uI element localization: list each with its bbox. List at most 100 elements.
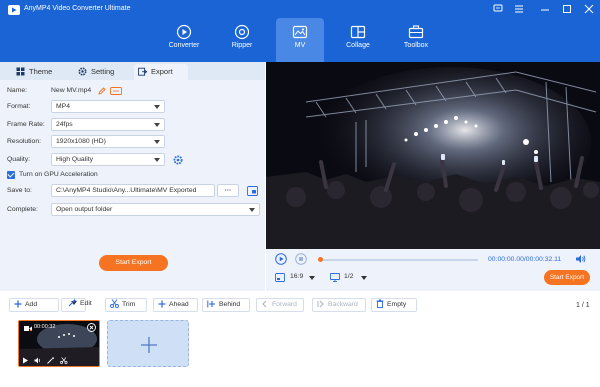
edit-button[interactable]: Edit — [64, 298, 100, 312]
browse-button-label: ··· — [224, 187, 232, 194]
nav-collage[interactable]: Collage — [334, 18, 382, 62]
scissors-icon — [110, 299, 119, 308]
complete-label: Complete: — [7, 206, 38, 213]
plus-icon — [141, 337, 157, 353]
browse-button[interactable]: ··· — [217, 184, 239, 197]
stop-icon[interactable] — [295, 253, 307, 265]
concert-preview-image — [266, 62, 600, 249]
clip-pager: 1 / 1 — [576, 302, 590, 309]
title-bar: AnyMP4 Video Converter Ultimate Converte… — [0, 0, 600, 62]
gpu-acceleration-checkbox[interactable] — [7, 171, 15, 179]
name-label: Name: — [7, 87, 28, 94]
close-icon[interactable] — [582, 3, 596, 15]
quality-settings-gear-icon[interactable] — [173, 155, 183, 165]
feedback-icon[interactable] — [491, 3, 505, 15]
volume-icon[interactable] — [575, 254, 586, 264]
clip-info-icon[interactable] — [110, 87, 122, 95]
start-export-button[interactable]: Start Export — [99, 255, 168, 271]
maximize-icon[interactable] — [560, 3, 574, 15]
aspect-ratio-value[interactable]: 16:9 — [290, 273, 303, 280]
behind-bracket-plus-icon — [207, 300, 215, 308]
behind-button[interactable]: Behind — [202, 298, 250, 312]
aspect-ratio-icon — [275, 273, 285, 282]
tab-theme[interactable]: Theme — [12, 64, 70, 80]
play-icon[interactable] — [275, 253, 287, 265]
remove-clip-icon[interactable] — [87, 323, 96, 332]
minimize-icon[interactable] — [538, 3, 552, 15]
nav-ripper[interactable]: Ripper — [218, 18, 266, 62]
forward-icon — [262, 300, 267, 308]
play-icon[interactable] — [22, 357, 29, 364]
resolution-select[interactable]: 1920x1080 (HD) — [51, 135, 165, 148]
app-logo-icon — [8, 5, 20, 15]
add-button-label: Add — [25, 301, 38, 308]
trim-button[interactable]: Trim — [105, 298, 147, 312]
preview-page-value[interactable]: 1/2 — [344, 273, 353, 280]
nav-toolbox[interactable]: Toolbox — [392, 18, 440, 62]
toolbox-icon — [408, 25, 424, 39]
playback-progress-bar[interactable] — [320, 259, 478, 261]
resolution-value: 1920x1080 (HD) — [56, 138, 106, 145]
saveto-value: C:\AnyMP4 Studio\Any...Ultimate\MV Expor… — [56, 187, 197, 194]
app-title: AnyMP4 Video Converter Ultimate — [24, 5, 131, 12]
saveto-label: Save to: — [7, 187, 32, 194]
framerate-select[interactable]: 24fps — [51, 118, 165, 131]
audio-icon[interactable] — [34, 357, 42, 364]
tab-export[interactable]: Export — [134, 64, 188, 80]
chevron-down-icon — [154, 123, 160, 127]
add-button[interactable]: Add — [9, 298, 59, 312]
ahead-plus-icon — [158, 300, 166, 308]
format-select[interactable]: MP4 — [51, 100, 165, 113]
gpu-acceleration-label: Turn on GPU Acceleration — [19, 171, 98, 178]
aspect-chevron-down-icon[interactable] — [309, 276, 315, 280]
plus-icon — [14, 300, 22, 308]
ahead-button-label: Ahead — [169, 301, 189, 308]
edit-magic-wand-icon[interactable] — [47, 357, 55, 364]
video-preview — [266, 62, 600, 249]
playback-progress-handle[interactable] — [318, 257, 323, 262]
chevron-down-icon — [249, 208, 255, 212]
quality-label: Quality: — [7, 156, 31, 163]
start-export-small-button[interactable]: Start Export — [544, 270, 590, 285]
quality-select[interactable]: High Quality — [51, 153, 165, 166]
empty-button[interactable]: Empty — [371, 298, 417, 312]
edit-name-icon[interactable] — [98, 87, 106, 95]
nav-collage-label: Collage — [346, 42, 370, 49]
framerate-value: 24fps — [56, 121, 73, 128]
clip-duration: 00:00:32 — [34, 324, 56, 330]
page-chevron-down-icon[interactable] — [361, 276, 367, 280]
framerate-label: Frame Rate: — [7, 121, 45, 128]
mv-icon — [292, 25, 308, 39]
empty-button-label: Empty — [387, 301, 407, 308]
format-value: MP4 — [56, 103, 70, 110]
add-clip-placeholder[interactable] — [107, 320, 189, 367]
menu-icon[interactable] — [512, 3, 526, 15]
backward-button[interactable]: Backward — [312, 298, 366, 312]
backward-icon — [317, 300, 324, 308]
nav-mv[interactable]: MV — [276, 18, 324, 62]
tab-setting[interactable]: Setting — [74, 64, 132, 80]
tab-theme-label: Theme — [29, 67, 53, 76]
forward-button[interactable]: Forward — [256, 298, 304, 312]
theme-icon — [16, 67, 25, 76]
nav-converter[interactable]: Converter — [160, 18, 208, 62]
ahead-button[interactable]: Ahead — [153, 298, 198, 312]
trim-scissors-icon[interactable] — [60, 357, 68, 364]
saveto-path[interactable]: C:\AnyMP4 Studio\Any...Ultimate\MV Expor… — [51, 184, 215, 197]
nav-ripper-label: Ripper — [231, 42, 253, 49]
nav-mv-label: MV — [294, 42, 306, 49]
format-label: Format: — [7, 103, 31, 110]
playback-time: 00:00:00.00/00:00:32.11 — [488, 256, 562, 263]
backward-button-label: Backward — [328, 301, 358, 308]
ripper-icon — [234, 24, 250, 40]
export-icon — [138, 67, 148, 76]
nav-converter-label: Converter — [168, 42, 200, 49]
tab-export-label: Export — [151, 67, 173, 76]
collage-icon — [350, 25, 366, 39]
screen-icon — [330, 273, 340, 282]
forward-button-label: Forward — [272, 301, 297, 308]
video-clip-thumbnail[interactable]: 00:00:32 — [18, 320, 100, 367]
complete-select[interactable]: Open output folder — [51, 203, 260, 216]
edit-button-label: Edit — [80, 300, 92, 307]
open-folder-icon[interactable] — [247, 186, 258, 196]
